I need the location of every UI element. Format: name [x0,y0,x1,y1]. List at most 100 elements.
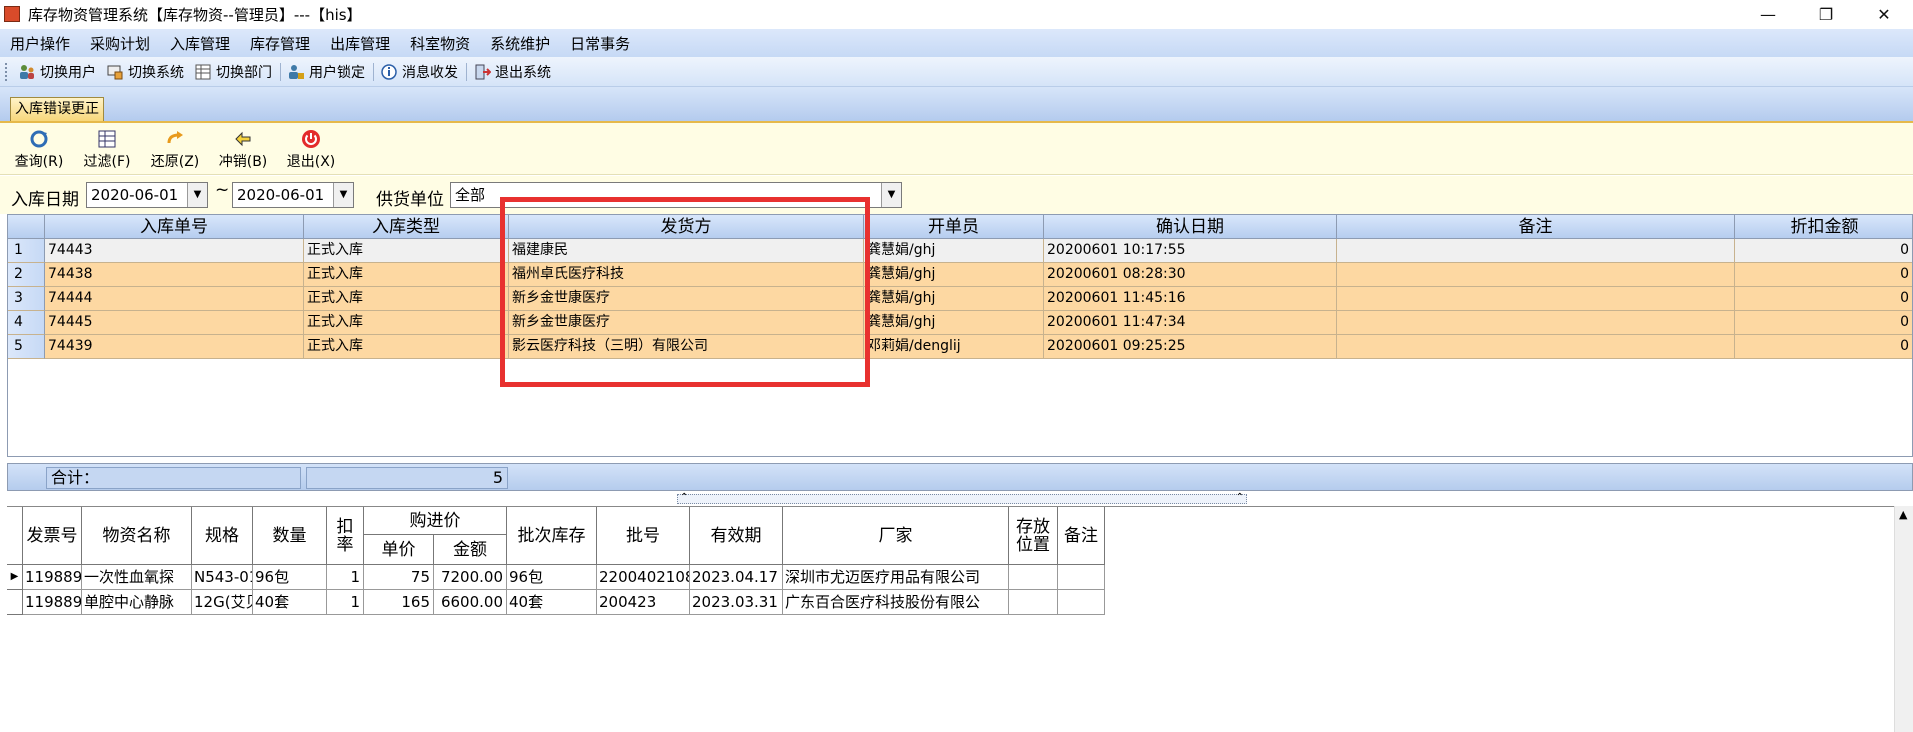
row-indicator[interactable] [7,590,23,615]
toolbar-grip[interactable] [5,62,8,81]
header-confirm-date[interactable]: 确认日期 [1044,215,1337,239]
cell-order-no[interactable]: 74439 [45,335,304,359]
filter-button[interactable]: 过滤(F) [76,129,138,173]
cell-order-no[interactable]: 74443 [45,239,304,263]
chevron-up-icon[interactable]: ⌃ [680,492,688,503]
header-item-note[interactable]: 备注 [1058,507,1105,565]
table-row[interactable]: 5 74439 正式入库 影云医疗科技（三明）有限公司 邓莉娟/denglij 20200… [8,335,1912,359]
header-batch-no[interactable]: 批号 [597,507,690,565]
menu-dept-supplies[interactable]: 科室物资 [400,33,480,54]
user-lock-button[interactable]: 用户锁定 [283,60,371,84]
menu-purchase-plan[interactable]: 采购计划 [80,33,160,54]
cell-batch-no[interactable]: 2200402108 [597,565,690,590]
table-row[interactable]: 2 74438 正式入库 福州卓氏医疗科技 龚慧娟/ghj 20200601 08:28:… [8,263,1912,287]
table-row[interactable]: 3 74444 正式入库 新乡金世康医疗 龚慧娟/ghj 20200601 11:45:1… [8,287,1912,311]
header-unit-price[interactable]: 单价 [364,535,434,565]
switch-user-button[interactable]: 切换用户 [14,60,102,84]
cell-quantity[interactable]: 96包 [253,565,327,590]
menu-maintenance[interactable]: 系统维护 [480,33,560,54]
cell-item-name[interactable]: 单腔中心静脉 [82,590,192,615]
cell-inbound-type[interactable]: 正式入库 [304,335,509,359]
message-button[interactable]: 消息收发 [376,60,464,84]
cell-discount-amount[interactable]: 0 [1735,335,1912,359]
cell-discount-rate[interactable]: 1 [327,590,364,615]
header-discount-amount[interactable]: 折扣金额 [1735,215,1912,239]
restore-button[interactable]: ❐ [1797,0,1855,29]
header-item-name[interactable]: 物资名称 [82,507,192,565]
header-spec[interactable]: 规格 [192,507,253,565]
cell-spec[interactable]: 12G(艾贝 [192,590,253,615]
cell-batch-no[interactable]: 200423 [597,590,690,615]
cell-order-no[interactable]: 74445 [45,311,304,335]
header-batch-stock[interactable]: 批次库存 [507,507,597,565]
cell-spec[interactable]: N543-01 [192,565,253,590]
cell-order-no[interactable]: 74438 [45,263,304,287]
cell-expiry[interactable]: 2023.04.17 [690,565,783,590]
cell-quantity[interactable]: 40套 [253,590,327,615]
menu-inventory[interactable]: 库存管理 [240,33,320,54]
cell-discount-amount[interactable]: 0 [1735,287,1912,311]
cell-creator[interactable]: 龚慧娟/ghj [864,263,1044,287]
cell-amount[interactable]: 6600.00 [434,590,507,615]
cell-item-note[interactable] [1058,565,1105,590]
table-row[interactable]: 1 74443 正式入库 福建康民 龚慧娟/ghj 20200601 10:17:55 0 [8,239,1912,263]
cell-item-name[interactable]: 一次性血氧探 [82,565,192,590]
cell-invoice[interactable]: 119889€ [23,565,82,590]
header-quantity[interactable]: 数量 [253,507,327,565]
exit-system-button[interactable]: 退出系统 [469,60,557,84]
date-from-combo[interactable]: 2020-06-01 ▼ [86,182,208,208]
cell-creator[interactable]: 龚慧娟/ghj [864,287,1044,311]
cell-creator[interactable]: 邓莉娟/denglij [864,335,1044,359]
cell-item-note[interactable] [1058,590,1105,615]
header-order-no[interactable]: 入库单号 [45,215,304,239]
table-row[interactable]: 4 74445 正式入库 新乡金世康医疗 龚慧娟/ghj 20200601 11:47:3… [8,311,1912,335]
cell-batch-stock[interactable]: 40套 [507,590,597,615]
row-number[interactable]: 4 [8,311,45,335]
header-invoice[interactable]: 发票号 [23,507,82,565]
switch-system-button[interactable]: 切换系统 [102,60,190,84]
exit-button[interactable]: 退出(X) [280,129,342,173]
cell-discount-amount[interactable]: 0 [1735,263,1912,287]
cell-unit-price[interactable]: 75 [364,565,434,590]
header-creator[interactable]: 开单员 [864,215,1044,239]
chevron-down-icon[interactable]: ▼ [881,183,901,207]
cell-inbound-type[interactable]: 正式入库 [304,239,509,263]
cell-creator[interactable]: 龚慧娟/ghj [864,239,1044,263]
close-button[interactable]: ✕ [1855,0,1913,29]
cell-inbound-type[interactable]: 正式入库 [304,287,509,311]
menu-daily[interactable]: 日常事务 [560,33,640,54]
menu-user-ops[interactable]: 用户操作 [0,33,80,54]
header-storage-location[interactable]: 存放位置 [1009,507,1058,565]
cell-note[interactable] [1337,239,1735,263]
query-button[interactable]: 查询(R) [8,129,70,173]
cell-discount-rate[interactable]: 1 [327,565,364,590]
cell-note[interactable] [1337,263,1735,287]
row-number[interactable]: 5 [8,335,45,359]
cell-order-no[interactable]: 74444 [45,287,304,311]
cell-amount[interactable]: 7200.00 [434,565,507,590]
cell-confirm-date[interactable]: 20200601 11:47:34 [1044,311,1337,335]
header-amount[interactable]: 金额 [434,535,507,565]
cell-confirm-date[interactable]: 20200601 08:28:30 [1044,263,1337,287]
header-purchase-price[interactable]: 购进价 [364,507,507,535]
tab-inbound-correction[interactable]: 入库错误更正 [10,97,104,121]
header-inbound-type[interactable]: 入库类型 [304,215,509,239]
cell-note[interactable] [1337,335,1735,359]
row-number[interactable]: 3 [8,287,45,311]
minimize-button[interactable]: — [1739,0,1797,29]
row-number[interactable]: 1 [8,239,45,263]
cell-expiry[interactable]: 2023.03.31 [690,590,783,615]
reverse-button[interactable]: 冲销(B) [212,129,274,173]
panel-splitter[interactable]: ⌃ ⌃ [677,492,1247,504]
date-to-combo[interactable]: 2020-06-01 ▼ [232,182,354,208]
header-note[interactable]: 备注 [1337,215,1735,239]
cell-discount-amount[interactable]: 0 [1735,311,1912,335]
switch-department-button[interactable]: 切换部门 [190,60,278,84]
cell-storage-location[interactable] [1009,565,1058,590]
scroll-up-icon[interactable]: ▲ [1899,508,1907,521]
header-expiry[interactable]: 有效期 [690,507,783,565]
cell-note[interactable] [1337,287,1735,311]
row-pointer-icon[interactable]: ▶ [7,565,23,590]
cell-note[interactable] [1337,311,1735,335]
cell-confirm-date[interactable]: 20200601 10:17:55 [1044,239,1337,263]
